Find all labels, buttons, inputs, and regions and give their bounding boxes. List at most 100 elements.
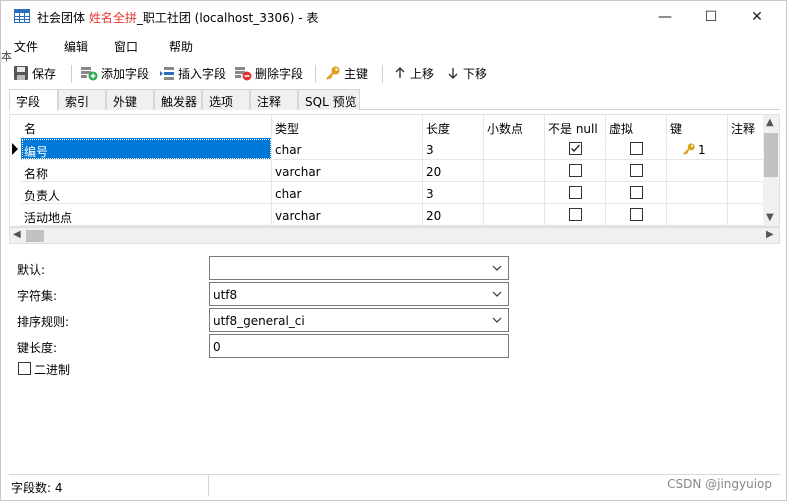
cell-decimals[interactable]: [484, 204, 545, 226]
column-header-not-null[interactable]: 不是 null: [545, 115, 606, 137]
menu-help[interactable]: 帮助: [169, 38, 193, 55]
tab-options[interactable]: 选项: [202, 89, 250, 110]
cell-type[interactable]: varchar: [272, 160, 423, 182]
virtual-checkbox[interactable]: [630, 164, 643, 177]
charset-combo[interactable]: utf8: [209, 282, 509, 306]
cell-comment[interactable]: [728, 138, 765, 160]
move-up-button[interactable]: 上移: [393, 63, 434, 83]
menu-window[interactable]: 窗口: [114, 38, 138, 55]
tab-triggers[interactable]: 触发器: [154, 89, 202, 110]
cell-key[interactable]: [667, 160, 728, 182]
scroll-left-icon[interactable]: ◀: [13, 229, 21, 240]
column-header-type[interactable]: 类型: [272, 115, 423, 137]
cell-decimals[interactable]: [484, 182, 545, 204]
primary-key-button[interactable]: 主键: [325, 63, 368, 83]
cell-comment[interactable]: [728, 182, 765, 204]
cell-length[interactable]: 20: [423, 160, 484, 182]
cell-not-null[interactable]: [545, 204, 606, 226]
default-combo[interactable]: [209, 256, 509, 280]
close-button[interactable]: ✕: [734, 1, 780, 32]
not-null-checkbox[interactable]: [569, 164, 582, 177]
move-down-button[interactable]: 下移: [446, 63, 487, 83]
scroll-up-icon[interactable]: ▲: [766, 117, 774, 128]
not-null-checkbox[interactable]: [569, 186, 582, 199]
column-header-decimals[interactable]: 小数点: [484, 115, 545, 137]
field-count: 字段数: 4: [11, 481, 63, 495]
cell-type[interactable]: char: [272, 138, 423, 160]
menu-file[interactable]: 文件: [14, 38, 38, 55]
cell-not-null[interactable]: [545, 182, 606, 204]
chevron-down-icon: [492, 265, 502, 271]
tab-sql-preview[interactable]: SQL 预览: [298, 89, 360, 110]
column-header-length[interactable]: 长度: [423, 115, 484, 137]
cell-name[interactable]: 活动地点: [21, 204, 272, 226]
cell-comment[interactable]: [728, 160, 765, 182]
delete-field-label: 删除字段: [255, 66, 304, 81]
cell-length[interactable]: 3: [423, 138, 484, 160]
tab-foreign-keys[interactable]: 外键: [106, 89, 154, 110]
column-header-name[interactable]: 名: [21, 115, 272, 137]
table-row[interactable]: 编号 char 3 1: [10, 138, 765, 160]
table-row[interactable]: 负责人 char 3: [10, 182, 765, 204]
tab-comments[interactable]: 注释: [250, 89, 298, 110]
scroll-down-icon[interactable]: ▼: [766, 212, 774, 223]
grid-horizontal-scrollbar[interactable]: ◀ ▶: [9, 227, 780, 244]
minimize-button[interactable]: —: [642, 1, 688, 32]
vertical-scroll-thumb[interactable]: [764, 133, 778, 177]
default-label: 默认:: [17, 263, 46, 277]
window-title: 社会团体 姓名全拼_职工社团 (localhost_3306) - 表: [37, 9, 318, 26]
move-up-label: 上移: [410, 66, 435, 81]
save-button[interactable]: 保存: [13, 63, 56, 83]
collation-label: 排序规则:: [17, 315, 70, 329]
cell-not-null[interactable]: [545, 138, 606, 160]
cell-key[interactable]: [667, 182, 728, 204]
scroll-right-icon[interactable]: ▶: [766, 229, 774, 240]
table-row[interactable]: 名称 varchar 20: [10, 160, 765, 182]
tab-fields[interactable]: 字段: [9, 89, 58, 111]
grid-vertical-scrollbar[interactable]: ▲ ▼: [763, 115, 779, 226]
cell-decimals[interactable]: [484, 138, 545, 160]
tab-indexes[interactable]: 索引: [58, 89, 106, 110]
insert-field-button[interactable]: 插入字段: [159, 63, 226, 83]
virtual-checkbox[interactable]: [630, 142, 643, 155]
cell-length[interactable]: 3: [423, 182, 484, 204]
cell-virtual[interactable]: [606, 204, 667, 226]
title-prefix: 社会团体: [37, 11, 86, 25]
cell-length[interactable]: 20: [423, 204, 484, 226]
virtual-checkbox[interactable]: [630, 186, 643, 199]
cell-name[interactable]: 名称: [21, 160, 272, 182]
cell-virtual[interactable]: [606, 182, 667, 204]
column-header-comment[interactable]: 注释: [728, 115, 765, 137]
not-null-checkbox[interactable]: [569, 208, 582, 221]
add-field-button[interactable]: 添加字段: [80, 63, 149, 83]
cell-not-null[interactable]: [545, 160, 606, 182]
designer-tabs: 字段 索引 外键 触发器 选项 注释 SQL 预览: [9, 89, 780, 111]
collation-combo[interactable]: utf8_general_ci: [209, 308, 509, 332]
binary-checkbox[interactable]: [18, 362, 31, 375]
column-header-key[interactable]: 键: [667, 115, 728, 137]
horizontal-scroll-thumb[interactable]: [26, 230, 44, 242]
table-row[interactable]: 活动地点 varchar 20: [10, 204, 765, 226]
menu-edit[interactable]: 编辑: [64, 38, 88, 55]
delete-field-button[interactable]: 删除字段: [234, 63, 303, 83]
fields-grid: 名 类型 长度 小数点 不是 null 虚拟 键 注释 编号 char 3 1 …: [9, 114, 780, 227]
cell-virtual[interactable]: [606, 160, 667, 182]
title-highlight: 姓名全拼: [88, 11, 137, 25]
maximize-button[interactable]: ☐: [688, 1, 734, 32]
insert-field-icon: [160, 67, 174, 80]
cell-type[interactable]: char: [272, 182, 423, 204]
cell-key[interactable]: [667, 204, 728, 226]
cell-virtual[interactable]: [606, 138, 667, 160]
cell-comment[interactable]: [728, 204, 765, 226]
not-null-checkbox[interactable]: [569, 142, 582, 155]
cell-type[interactable]: varchar: [272, 204, 423, 226]
save-icon: [14, 66, 28, 80]
column-header-virtual[interactable]: 虚拟: [606, 115, 667, 137]
toolbar: 保存 添加字段 插入字段 删除字段 主键 上移 下移: [1, 59, 786, 87]
cell-name[interactable]: 负责人: [21, 182, 272, 204]
key-length-input[interactable]: 0: [209, 334, 509, 358]
cell-key[interactable]: 1: [667, 138, 728, 160]
cell-decimals[interactable]: [484, 160, 545, 182]
cell-name[interactable]: 编号: [21, 138, 272, 160]
virtual-checkbox[interactable]: [630, 208, 643, 221]
